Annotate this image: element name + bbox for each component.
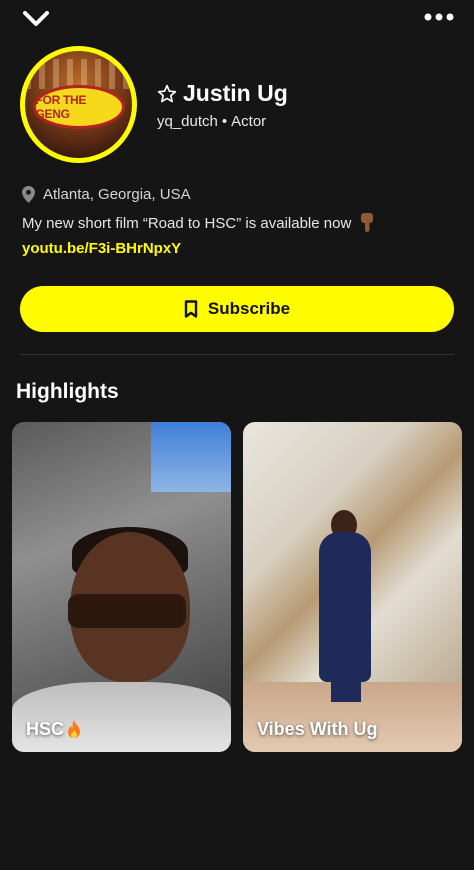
avatar-logo-text: FOR THE GENG (35, 92, 87, 121)
profile-subtitle: yq_dutch • Actor (157, 113, 266, 130)
highlight-label: Vibes With Ug (257, 719, 378, 740)
bookmark-icon (184, 300, 198, 318)
profile-name: Justin Ug (183, 80, 288, 106)
highlights-title: Highlights (16, 380, 119, 403)
avatar-image: FOR THE GENG (25, 51, 132, 158)
highlight-label-text: Vibes With Ug (257, 719, 378, 739)
profile-name-row: Justin Ug (157, 80, 288, 107)
fire-icon (68, 719, 81, 738)
divider (20, 354, 454, 355)
location-text: Atlanta, Georgia, USA (43, 186, 191, 203)
subscribe-button[interactable]: Subscribe (20, 286, 454, 332)
category: Actor (231, 113, 267, 130)
star-outline-icon (157, 84, 177, 102)
avatar[interactable]: FOR THE GENG (20, 46, 137, 163)
profile-link[interactable]: youtu.be/F3i-BHrNpxY (22, 240, 181, 257)
pointing-down-hand-icon (361, 213, 374, 232)
highlight-card-vibes-with-ug[interactable]: Vibes With Ug (243, 422, 462, 752)
location-pin-icon (22, 186, 35, 203)
username: yq_dutch (157, 113, 218, 130)
subscribe-label: Subscribe (207, 299, 291, 318)
bio-text: My new short film “Road to HSC” is avail… (22, 214, 352, 232)
location-row: Atlanta, Georgia, USA (22, 186, 191, 203)
more-dots-icon[interactable] (424, 10, 454, 24)
bio: My new short film “Road to HSC” is avail… (22, 213, 375, 233)
top-bar (0, 0, 474, 40)
separator: • (221, 113, 228, 130)
highlight-label-text: HSC (26, 719, 65, 739)
highlight-label: HSC (26, 719, 82, 740)
avatar-logo: FOR THE GENG (32, 84, 125, 129)
highlight-card-hsc[interactable]: HSC (12, 422, 231, 752)
chevron-down-icon[interactable] (22, 8, 50, 30)
